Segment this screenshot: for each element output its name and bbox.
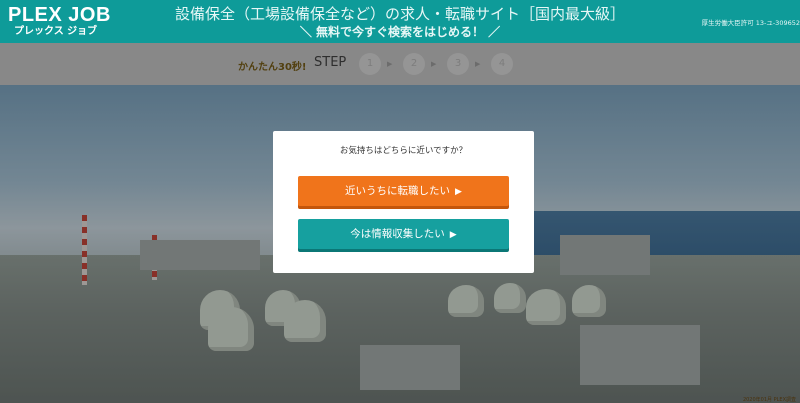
logo-subtext: プレックス ジョブ: [14, 26, 98, 37]
play-arrow-icon: ▶: [449, 230, 457, 240]
button-label: 近いうちに転職したい: [345, 185, 451, 197]
plex-job-logo[interactable]: PLEX JOB プレックス ジョブ: [8, 4, 128, 40]
gather-info-button[interactable]: 今は情報収集したい ▶: [298, 219, 509, 249]
button-label: 今は情報収集したい: [350, 228, 445, 240]
play-arrow-icon: ▶: [455, 187, 462, 197]
modal-question: お気持ちはどちらに近いですか？: [339, 146, 468, 156]
license-number: 厚生労働大臣許可 13-ユ-309652: [701, 19, 800, 27]
site-header: PLEX JOB プレックス ジョブ 設備保全（工場設備保全など）の求人・転職サ…: [0, 0, 800, 43]
page-title: 設備保全（工場設備保全など）の求人・転職サイト［国内最大級］: [174, 5, 625, 23]
page-subtitle: ＼ 無料で今すぐ検索をはじめる！ ／: [299, 25, 501, 39]
change-job-soon-button[interactable]: 近いうちに転職したい ▶: [298, 176, 509, 206]
logo-text: PLEX JOB: [8, 4, 111, 26]
question-modal: お気持ちはどちらに近いですか？ 近いうちに転職したい ▶ 今は情報収集したい ▶: [273, 131, 534, 273]
